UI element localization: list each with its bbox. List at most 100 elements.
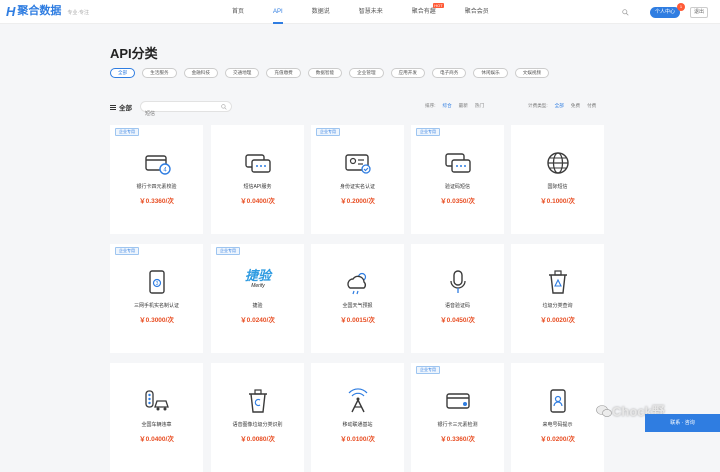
globe-icon: [547, 152, 569, 174]
nav-item[interactable]: 聚合有趣 HOT: [411, 0, 444, 24]
api-card[interactable]: 企业专用验证码短信 ￥0.0350/次: [411, 125, 504, 234]
main-nav: 首页 API 数据说 智慧未来 聚合有趣 HOT 聚合会员: [232, 0, 518, 24]
enterprise-tag: 企业专用: [416, 128, 440, 136]
api-card[interactable]: 来电号码提示 ￥0.0200/次: [511, 363, 604, 472]
nav-item[interactable]: 聚合会员: [465, 0, 489, 24]
api-name: 银行卡四元素校验: [136, 184, 177, 190]
bank-card-icon: [446, 393, 470, 409]
nav-item-label: 首页: [232, 9, 245, 15]
api-card[interactable]: 国际短信 ￥0.1000/次: [511, 125, 604, 234]
billing-options: 计费类型: 全部 免费 付费: [528, 103, 603, 109]
hot-badge: HOT: [433, 3, 444, 8]
api-name: 短信API服务: [243, 184, 272, 190]
search-icon[interactable]: [622, 9, 629, 16]
traffic-car-icon: [145, 390, 169, 411]
verify-sms-icon: [445, 153, 471, 173]
enterprise-tag: 企业专用: [115, 247, 139, 255]
page-title: API分类: [110, 46, 158, 61]
api-price: ￥0.0400/次: [240, 198, 275, 205]
api-card[interactable]: 企业专用 身份证实名认证 ￥0.2000/次: [311, 125, 404, 234]
api-card[interactable]: 全国天气预报 ￥0.0015/次: [311, 244, 404, 353]
api-name: 垃圾分类查询: [542, 303, 573, 309]
api-name: 全国天气预报: [342, 303, 373, 309]
api-name: 银行卡三元素检测: [437, 422, 478, 428]
api-card[interactable]: 全国车辆违章 ￥0.0400/次: [110, 363, 203, 472]
jieyan-logo-text: 捷验: [244, 268, 271, 283]
logo-mark: H: [6, 4, 16, 19]
nav-item[interactable]: 智慧未来: [359, 0, 383, 24]
notification-count-badge: 1: [677, 3, 685, 11]
category-pill[interactable]: 金融科技: [183, 68, 218, 78]
phone-verify-icon: 3: [149, 270, 165, 294]
sort-option[interactable]: 热门: [475, 103, 484, 109]
billing-option[interactable]: 全部: [555, 103, 564, 109]
nav-item[interactable]: API: [273, 0, 283, 24]
billing-option[interactable]: 免费: [571, 103, 580, 109]
billing-option[interactable]: 付费: [587, 103, 596, 109]
category-pill[interactable]: 交通地理: [224, 68, 260, 78]
api-name: 捷验: [252, 303, 263, 309]
api-card[interactable]: 语音图像垃圾分类识别 ￥0.0080/次: [211, 363, 304, 472]
recycle-bin-icon: [549, 270, 567, 294]
microphone-icon: [450, 270, 466, 293]
svg-text:3: 3: [156, 281, 159, 287]
all-filter-label: 全部: [119, 105, 132, 112]
top-header: H 聚合数据 专业·专注 首页 API 数据说 智慧未来 聚合有趣 HOT 聚合会员 个人中…: [0, 0, 720, 24]
sort-option[interactable]: 最新: [459, 103, 468, 109]
wechat-icon: [596, 404, 612, 417]
api-card[interactable]: 企业专用 捷验 Merify 捷验 ￥0.0240/次: [211, 244, 304, 353]
api-card[interactable]: 企业专用 4 银行卡四元素校验 ￥0.3360/次: [110, 125, 203, 234]
api-name: 身份证实名认证: [339, 184, 375, 190]
api-price: ￥0.3360/次: [139, 198, 174, 205]
category-pill[interactable]: 数据智能: [307, 68, 343, 78]
nav-item-label: 聚合有趣: [411, 9, 436, 15]
console-button[interactable]: 个人中心: [650, 7, 680, 18]
category-pill[interactable]: 应用开发: [390, 68, 425, 78]
category-pill[interactable]: 充值缴费: [266, 68, 301, 78]
api-card[interactable]: 语音验证码 ￥0.0450/次: [411, 244, 504, 353]
garbage-recognize-icon: [249, 389, 267, 413]
api-search-input[interactable]: [145, 109, 221, 119]
nav-item-label: 智慧未来: [358, 9, 383, 15]
api-card[interactable]: 短信API服务 ￥0.0400/次: [211, 125, 304, 234]
api-price: ￥0.1000/次: [540, 198, 575, 205]
enterprise-tag: 企业专用: [216, 247, 240, 255]
api-name: 来电号码提示: [542, 422, 573, 428]
enterprise-tag: 企业专用: [316, 128, 340, 136]
api-card[interactable]: 企业专用 3 三网手机实名制认证 ￥0.3000/次: [110, 244, 203, 353]
enterprise-tag: 企业专用: [115, 128, 139, 136]
nav-item-label: 数据说: [311, 9, 330, 15]
category-pill[interactable]: 电子商务: [431, 68, 467, 78]
logout-button[interactable]: 退出: [690, 7, 708, 18]
api-name: 国际短信: [547, 184, 568, 190]
nav-item-label: API: [273, 9, 283, 15]
menu-lines-icon: [110, 104, 116, 110]
sort-option[interactable]: 综合: [442, 103, 451, 109]
api-price: ￥0.0450/次: [440, 317, 475, 324]
category-pill[interactable]: 企业管理: [349, 68, 384, 78]
api-price: ￥0.0015/次: [340, 317, 375, 324]
category-pill[interactable]: 休闲娱乐: [473, 68, 508, 78]
contact-button[interactable]: 联系 · 咨询: [645, 414, 720, 432]
category-pill[interactable]: 文娱视频: [514, 68, 550, 78]
category-pill[interactable]: 全部: [110, 68, 136, 78]
nav-item[interactable]: 数据说: [312, 0, 330, 24]
api-search-box[interactable]: [140, 101, 232, 119]
logo[interactable]: H 聚合数据 专业·专注: [6, 5, 89, 18]
signal-tower-icon: [348, 388, 368, 413]
search-icon[interactable]: [221, 104, 227, 110]
nav-item[interactable]: 首页: [232, 0, 244, 24]
api-price: ￥0.0350/次: [440, 198, 475, 205]
api-price: ￥0.3000/次: [139, 317, 174, 324]
logo-text: 聚合数据: [17, 5, 62, 17]
sort-options: 排序: 综合 最新 热门: [425, 103, 491, 109]
api-card[interactable]: 垃圾分类查询 ￥0.0020/次: [511, 244, 604, 353]
api-card[interactable]: 移动联通基站 ￥0.0100/次: [311, 363, 404, 472]
api-price: ￥0.0240/次: [240, 317, 275, 324]
category-pill[interactable]: 生活服务: [142, 68, 177, 78]
api-card[interactable]: 企业专用 银行卡三元素检测 ￥0.3360/次: [411, 363, 504, 472]
api-name: 三网手机实名制认证: [133, 303, 179, 309]
all-filter[interactable]: 全部: [110, 102, 132, 112]
api-name: 验证码短信: [444, 184, 470, 190]
category-filter: 全部 生活服务 金融科技 交通地理 充值缴费 数据智能 企业管理 应用开发 电子商务 休闲娱乐 文娱…: [110, 68, 556, 78]
